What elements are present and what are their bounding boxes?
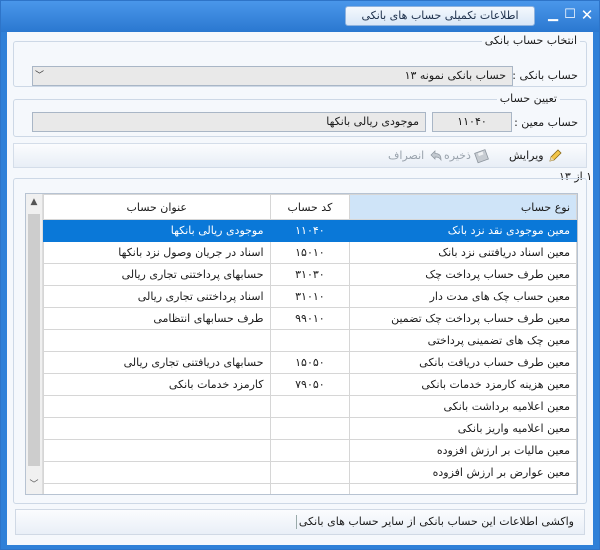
table-row[interactable] [43, 483, 577, 494]
bank-account-label: حساب بانکی : [512, 69, 578, 82]
cell-title[interactable]: اسناد پرداختنی تجاری ریالی [43, 285, 271, 308]
toolbar: ویرایش ذخیره انصراف [13, 143, 587, 168]
app-window: اطلاعات تکمیلی حساب های بانکی ▁ ☐ ✕ انتخ… [0, 0, 600, 550]
accounts-table: نوع حساب کد حساب عنوان حساب معین موجودی … [43, 194, 577, 494]
save-label: ذخیره [444, 149, 471, 162]
save-icon [474, 148, 490, 164]
account-name-field: موجودی ریالی بانکها [32, 112, 426, 132]
cell-type[interactable]: معین موجودی نقد نزد بانک [349, 219, 577, 242]
table-header: نوع حساب کد حساب عنوان حساب [43, 194, 577, 220]
cell-title[interactable]: کارمزد خدمات بانکی [43, 373, 271, 396]
bank-account-value: حساب بانکی نمونه ۱۳ [404, 69, 506, 82]
cell-code[interactable] [269, 483, 351, 494]
table-row[interactable]: معین چک های تضمینی پرداختی [43, 329, 577, 352]
edit-label: ویرایش [509, 149, 544, 162]
cell-type[interactable]: معین عوارض بر ارزش افزوده [349, 461, 577, 484]
cell-title[interactable] [43, 461, 271, 484]
cell-title[interactable] [43, 395, 271, 418]
pencil-icon [547, 148, 563, 164]
table-row[interactable]: معین طرف حساب پرداخت چک تضمین ۹۹۰۱۰ طرف … [43, 307, 577, 330]
cell-code[interactable] [269, 329, 351, 352]
edit-button[interactable]: ویرایش [509, 146, 563, 166]
table-row[interactable]: معین اعلامیه برداشت بانکی [43, 395, 577, 418]
column-header-type[interactable]: نوع حساب [349, 194, 577, 220]
account-label: حساب معین : [514, 116, 578, 129]
cell-type[interactable]: معین اعلامیه واریز بانکی [349, 417, 577, 440]
cell-code[interactable]: ۱۵۰۱۰ [269, 241, 351, 264]
save-button[interactable]: ذخیره [444, 146, 490, 166]
table-row[interactable]: معین طرف حساب دریافت بانکی ۱۵۰۵۰ حسابهای… [43, 351, 577, 374]
chevron-down-icon[interactable]: ﹀ [35, 67, 44, 85]
cancel-button[interactable]: انصراف [388, 146, 444, 166]
minimize-icon[interactable]: ▁ [545, 7, 561, 23]
table-row[interactable]: معین مالیات بر ارزش افزوده [43, 439, 577, 462]
maximize-icon[interactable]: ☐ [562, 7, 578, 23]
cell-code[interactable]: ۳۱۰۳۰ [269, 263, 351, 286]
cell-title[interactable]: حسابهای پرداختنی تجاری ریالی [43, 263, 271, 286]
vertical-scrollbar[interactable]: ▲ ﹀ [26, 194, 43, 494]
table-row[interactable]: معین حساب چک های مدت دار ۳۱۰۱۰ اسناد پرد… [43, 285, 577, 308]
cell-type[interactable]: معین طرف حساب پرداخت چک [349, 263, 577, 286]
account-section-title: تعیین حساب [496, 92, 560, 105]
cell-title[interactable]: طرف حسابهای انتظامی [43, 307, 271, 330]
client-area: انتخاب حساب بانکی حساب بانکی : حساب بانک… [7, 32, 593, 545]
table-row[interactable]: معین موجودی نقد نزد بانک ۱۱۰۴۰ موجودی ری… [43, 219, 577, 242]
cell-code[interactable]: ۳۱۰۱۰ [269, 285, 351, 308]
cell-type[interactable]: معین هزینه کارمزد خدمات بانکی [349, 373, 577, 396]
cell-code[interactable] [269, 417, 351, 440]
account-section: تعیین حساب حساب معین : ۱۱۰۴۰ موجودی ریال… [13, 92, 587, 137]
scroll-down-icon[interactable]: ﹀ [26, 477, 42, 493]
cell-code[interactable] [269, 461, 351, 484]
cell-code[interactable]: ۹۹۰۱۰ [269, 307, 351, 330]
cell-type[interactable]: معین حساب چک های مدت دار [349, 285, 577, 308]
divider [296, 515, 297, 529]
undo-icon [428, 148, 444, 164]
column-header-code[interactable]: کد حساب [269, 194, 351, 220]
cell-title[interactable] [43, 417, 271, 440]
cell-title[interactable] [43, 483, 271, 494]
table-row[interactable]: معین هزینه کارمزد خدمات بانکی ۷۹۰۵۰ کارم… [43, 373, 577, 396]
cell-type[interactable]: معین اسناد دریافتنی نزد بانک [349, 241, 577, 264]
account-code-field[interactable]: ۱۱۰۴۰ [432, 112, 512, 132]
cell-title[interactable] [43, 329, 271, 352]
column-header-title[interactable]: عنوان حساب [43, 194, 271, 220]
cell-code[interactable] [269, 439, 351, 462]
cell-type[interactable]: معین طرف حساب پرداخت چک تضمین [349, 307, 577, 330]
scrollbar-thumb[interactable] [28, 214, 40, 466]
cell-type[interactable]: معین طرف حساب دریافت بانکی [349, 351, 577, 374]
cell-code[interactable]: ۱۵۰۵۰ [269, 351, 351, 374]
table-row[interactable]: معین اسناد دریافتنی نزد بانک ۱۵۰۱۰ اسناد… [43, 241, 577, 264]
table-row[interactable]: معین عوارض بر ارزش افزوده [43, 461, 577, 484]
accounts-grid: ▲ ﹀ نوع حساب کد حساب عنوان حساب معین موج… [25, 193, 578, 495]
title-bar: اطلاعات تکمیلی حساب های بانکی ▁ ☐ ✕ [1, 1, 599, 32]
fetch-label: واکشی اطلاعات این حساب بانکی از سایر حسا… [298, 515, 574, 528]
table-row[interactable]: معین طرف حساب پرداخت چک ۳۱۰۳۰ حسابهای پر… [43, 263, 577, 286]
close-icon[interactable]: ✕ [579, 7, 595, 23]
cell-type[interactable]: معین اعلامیه برداشت بانکی [349, 395, 577, 418]
cell-code[interactable]: ۱۱۰۴۰ [269, 219, 351, 242]
cell-title[interactable] [43, 439, 271, 462]
cell-title[interactable]: موجودی ریالی بانکها [43, 219, 271, 242]
fetch-from-other-accounts-button[interactable]: واکشی اطلاعات این حساب بانکی از سایر حسا… [15, 509, 585, 535]
scroll-up-icon[interactable]: ▲ [26, 194, 42, 210]
cell-title[interactable]: حسابهای دریافتنی تجاری ریالی [43, 351, 271, 374]
cell-type[interactable]: معین چک های تضمینی پرداختی [349, 329, 577, 352]
table-row[interactable]: معین اعلامیه واریز بانکی [43, 417, 577, 440]
cell-type[interactable] [349, 483, 577, 494]
bank-account-select[interactable]: حساب بانکی نمونه ۱۳ ﹀ [32, 66, 513, 86]
cell-title[interactable]: اسناد در جریان وصول نزد بانکها [43, 241, 271, 264]
cancel-label: انصراف [388, 149, 425, 162]
bank-section-title: انتخاب حساب بانکی [481, 34, 580, 47]
cell-type[interactable]: معین مالیات بر ارزش افزوده [349, 439, 577, 462]
cell-code[interactable]: ۷۹۰۵۰ [269, 373, 351, 396]
bank-account-section: انتخاب حساب بانکی حساب بانکی : حساب بانک… [13, 34, 587, 87]
window-title: اطلاعات تکمیلی حساب های بانکی [345, 6, 535, 26]
cell-code[interactable] [269, 395, 351, 418]
